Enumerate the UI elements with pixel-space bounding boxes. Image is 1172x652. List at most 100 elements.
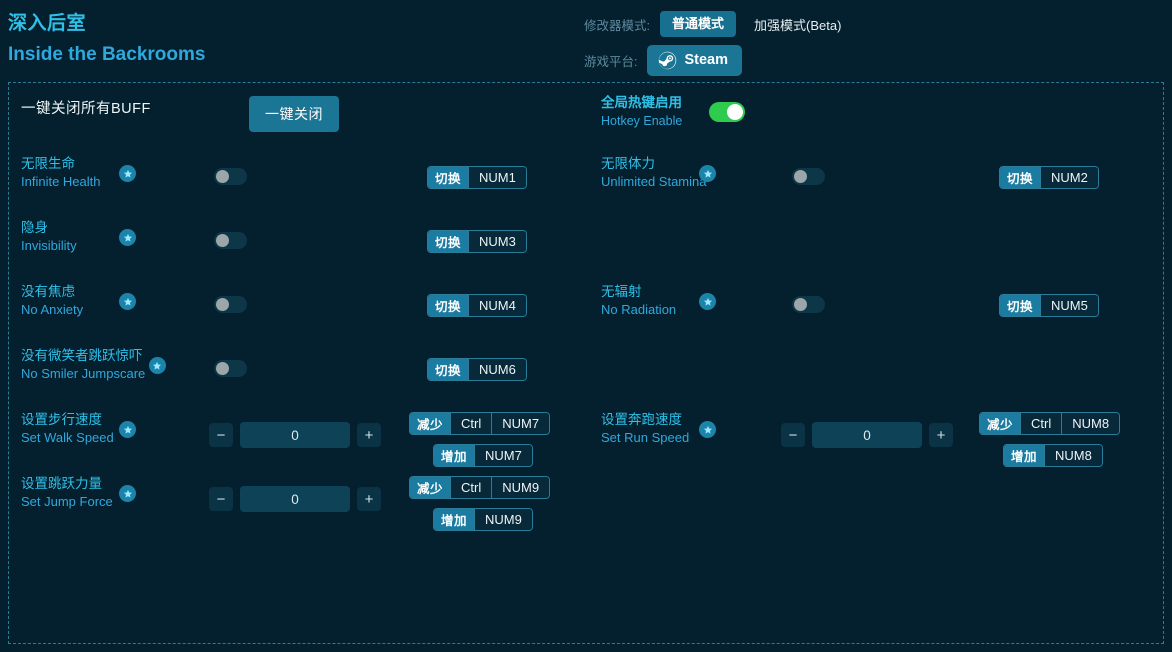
hotkey-action-label: 切换 [428,295,468,316]
cheat-name-en: No Radiation [601,301,761,319]
hotkey-action-label: 切换 [428,167,468,188]
hotkey-key: Ctrl [450,477,491,498]
cheat-name-en: Invisibility [21,237,181,255]
steam-icon [658,51,677,70]
cheat-toggle[interactable] [214,296,247,313]
stepper-decrease-button[interactable]: − [209,487,233,511]
stepper-decrease-button[interactable]: − [781,423,805,447]
hotkey-key: NUM9 [491,477,549,498]
cheat-name-cn: 设置步行速度 [21,410,181,429]
cheat-row-no-anxiety: 没有焦虑No Anxiety 切换NUM4 [21,282,581,328]
hotkey-key: NUM2 [1040,167,1098,188]
app-header: 深入后室 Inside the Backrooms 修改器模式: 普通模式 加强… [0,0,1172,88]
cheat-labels: 隐身Invisibility [21,218,181,255]
cheats-panel: 一键关闭所有BUFF 一键关闭 全局热键启用 Hotkey Enable 无限生… [8,82,1164,644]
favorite-star-icon[interactable] [119,293,136,310]
hotkey-key: NUM5 [1040,295,1098,316]
cheat-name-cn: 隐身 [21,218,181,237]
favorite-star-icon[interactable] [149,357,166,374]
hotkey-key: Ctrl [1020,413,1061,434]
cheat-name-cn: 设置奔跑速度 [601,410,761,429]
cheat-hotkey-chip[interactable]: 切换NUM5 [999,294,1099,317]
cheat-labels: 设置奔跑速度Set Run Speed [601,410,761,447]
cheat-labels: 无辐射No Radiation [601,282,761,319]
stepper-decrease-hotkey-chip[interactable]: 减少CtrlNUM9 [409,476,550,499]
trainer-mode-row: 修改器模式: 普通模式 加强模式(Beta) [584,11,851,37]
favorite-star-icon[interactable] [699,421,716,438]
stepper-increase-hotkey-chip[interactable]: 增加NUM8 [1003,444,1103,467]
cheat-row-no-radiation: 无辐射No Radiation 切换NUM5 [601,282,1161,328]
stepper-decrease-hotkey-chip[interactable]: 减少CtrlNUM7 [409,412,550,435]
stepper-decrease-button[interactable]: − [209,423,233,447]
favorite-star-icon[interactable] [699,165,716,182]
hotkey-enable-block: 全局热键启用 Hotkey Enable [601,93,745,130]
stepper-value-input[interactable] [240,422,350,448]
mode-enhanced-button[interactable]: 加强模式(Beta) [744,10,851,39]
platform-steam-button[interactable]: Steam [647,45,742,76]
hotkey-action-label: 切换 [428,231,468,252]
cheat-row-set-jump-force: 设置跳跃力量Set Jump Force−+减少CtrlNUM9增加NUM9 [21,474,581,520]
hotkey-action-label: 切换 [1000,295,1040,316]
stepper-increase-hotkey-chip[interactable]: 增加NUM7 [433,444,533,467]
cheat-row-set-run-speed: 设置奔跑速度Set Run Speed−+减少CtrlNUM8增加NUM8 [601,410,1161,456]
cheat-name-en: Set Walk Speed [21,429,181,447]
hotkey-key: NUM8 [1061,413,1119,434]
cheat-row-unlimited-stamina: 无限体力Unlimited Stamina 切换NUM2 [601,154,1161,200]
hotkey-key: NUM4 [468,295,526,316]
cheat-toggle[interactable] [792,168,825,185]
cheat-name-cn: 无限体力 [601,154,761,173]
trainer-mode-label: 修改器模式: [584,15,650,34]
cheat-toggle[interactable] [214,168,247,185]
cheat-toggle[interactable] [214,232,247,249]
cheat-stepper: −+ [209,486,381,512]
favorite-star-icon[interactable] [119,485,136,502]
cheat-name-en: Unlimited Stamina [601,173,761,191]
cheat-labels: 无限生命Infinite Health [21,154,181,191]
cheat-labels: 没有焦虑No Anxiety [21,282,181,319]
stepper-increase-button[interactable]: + [357,423,381,447]
hotkey-action-label: 增加 [434,509,474,530]
hotkey-action-label: 减少 [410,477,450,498]
stepper-increase-button[interactable]: + [929,423,953,447]
stepper-value-input[interactable] [240,486,350,512]
cheat-name-en: Set Jump Force [21,493,181,511]
cheat-hotkey-chip[interactable]: 切换NUM1 [427,166,527,189]
cheat-row-invisibility: 隐身Invisibility 切换NUM3 [21,218,581,264]
hotkey-key: NUM7 [474,445,532,466]
hotkey-action-label: 减少 [980,413,1020,434]
cheat-hotkey-chip[interactable]: 切换NUM2 [999,166,1099,189]
cheat-stepper: −+ [209,422,381,448]
hotkey-action-label: 切换 [428,359,468,380]
cheat-toggle[interactable] [792,296,825,313]
favorite-star-icon[interactable] [699,293,716,310]
cheat-hotkey-chip[interactable]: 切换NUM6 [427,358,527,381]
game-platform-label: 游戏平台: [584,51,637,70]
cheat-name-en: Infinite Health [21,173,181,191]
cheat-name-cn: 没有焦虑 [21,282,181,301]
hotkey-enable-toggle[interactable] [709,102,745,122]
stepper-decrease-hotkey-chip[interactable]: 减少CtrlNUM8 [979,412,1120,435]
hotkey-key: NUM3 [468,231,526,252]
hotkey-key: NUM7 [491,413,549,434]
platform-steam-label: Steam [684,52,728,68]
cheat-hotkey-chip[interactable]: 切换NUM3 [427,230,527,253]
cheat-row-infinite-health: 无限生命Infinite Health 切换NUM1 [21,154,581,200]
mode-normal-button[interactable]: 普通模式 [660,11,736,37]
hotkey-key: NUM9 [474,509,532,530]
favorite-star-icon[interactable] [119,421,136,438]
cheat-labels: 设置跳跃力量Set Jump Force [21,474,181,511]
cheat-row-set-walk-speed: 设置步行速度Set Walk Speed−+减少CtrlNUM7增加NUM7 [21,410,581,456]
hotkey-key: NUM6 [468,359,526,380]
hotkey-action-label: 切换 [1000,167,1040,188]
stepper-increase-button[interactable]: + [357,487,381,511]
all-buff-off-button[interactable]: 一键关闭 [249,96,339,132]
cheat-row-no-smiler-jumpscare: 没有微笑者跳跃惊吓No Smiler Jumpscare切换NUM6 [21,346,581,392]
cheat-hotkey-chip[interactable]: 切换NUM4 [427,294,527,317]
stepper-value-input[interactable] [812,422,922,448]
favorite-star-icon[interactable] [119,165,136,182]
favorite-star-icon[interactable] [119,229,136,246]
cheat-name-cn: 设置跳跃力量 [21,474,181,493]
cheat-toggle[interactable] [214,360,247,377]
hotkey-enable-text: 全局热键启用 Hotkey Enable [601,93,709,130]
stepper-increase-hotkey-chip[interactable]: 增加NUM9 [433,508,533,531]
